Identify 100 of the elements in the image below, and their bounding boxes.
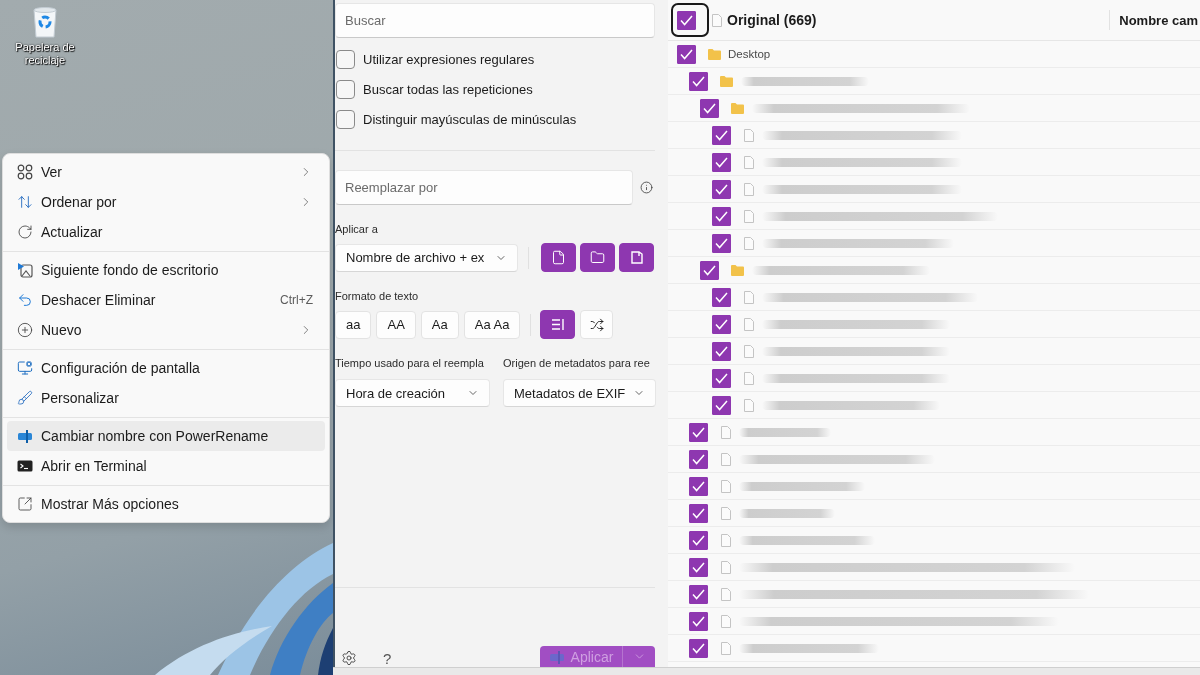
checkbox[interactable] xyxy=(677,10,696,30)
checkbox[interactable] xyxy=(711,152,731,172)
checkbox-label: Utilizar expresiones regulares xyxy=(363,51,535,67)
checkbox[interactable] xyxy=(336,79,355,99)
section-label: Formato de texto xyxy=(335,289,419,303)
checkbox[interactable] xyxy=(711,125,731,145)
expand-icon xyxy=(17,496,33,512)
checkbox[interactable] xyxy=(711,395,731,415)
undo-icon xyxy=(17,292,33,308)
menu-item[interactable]: Configuración de pantalla xyxy=(7,353,325,383)
menu-item[interactable]: Siguiente fondo de escritorio xyxy=(7,255,325,285)
search-field[interactable]: Buscar xyxy=(335,3,655,38)
check-icon xyxy=(714,156,728,168)
checkbox[interactable] xyxy=(688,530,708,550)
toggle-button[interactable] xyxy=(541,243,576,272)
document-icon xyxy=(629,250,644,265)
checkbox-label: Buscar todas las repeticiones xyxy=(363,81,533,97)
checkbox[interactable] xyxy=(700,98,719,118)
check-icon xyxy=(714,345,728,357)
checkbox[interactable] xyxy=(711,341,731,361)
check-icon xyxy=(680,14,693,26)
shortcut-label: Ctrl+Z xyxy=(280,293,313,307)
file-icon xyxy=(720,506,731,520)
file-icon xyxy=(743,317,754,331)
next-picture-icon xyxy=(17,262,33,278)
refresh-icon xyxy=(17,224,33,240)
file-icon xyxy=(720,425,731,439)
checkbox[interactable] xyxy=(688,584,708,604)
toggle-button[interactable] xyxy=(540,310,576,339)
toggle-button[interactable] xyxy=(580,243,615,272)
check-icon xyxy=(691,75,705,87)
case-button[interactable]: Aa xyxy=(420,310,459,339)
checkbox[interactable] xyxy=(688,503,708,523)
grid-icon xyxy=(17,164,33,180)
help-button[interactable]: ? xyxy=(383,649,392,667)
file-icon xyxy=(720,614,731,628)
rename-icon xyxy=(548,648,565,665)
file-icon xyxy=(720,533,731,547)
column-header[interactable]: Original (669) xyxy=(727,12,817,28)
menu-item[interactable]: Ver xyxy=(7,157,325,187)
menu-item[interactable]: Personalizar xyxy=(7,383,325,413)
menu-item[interactable]: Abrir en Terminal xyxy=(7,451,325,481)
check-icon xyxy=(680,48,693,60)
checkbox[interactable] xyxy=(336,109,355,129)
checkbox[interactable] xyxy=(711,206,731,226)
checkbox[interactable] xyxy=(688,638,708,658)
info-icon[interactable] xyxy=(640,181,653,194)
recycle-bin-icon[interactable] xyxy=(32,6,58,38)
menu-item[interactable]: Ordenar por xyxy=(7,187,325,217)
checkbox[interactable] xyxy=(688,449,708,469)
menu-item[interactable]: Cambiar nombre con PowerRename xyxy=(7,421,325,451)
folder-icon xyxy=(719,75,733,87)
menu-item[interactable]: Deshacer Eliminar Ctrl+Z xyxy=(7,285,325,315)
file-icon xyxy=(743,182,754,196)
checkbox[interactable] xyxy=(688,422,708,442)
checkbox[interactable] xyxy=(711,314,731,334)
settings-icon xyxy=(341,650,357,666)
checkbox[interactable] xyxy=(688,71,708,91)
check-icon xyxy=(714,129,728,141)
dropdown[interactable]: Hora de creación xyxy=(335,379,490,407)
file-icon xyxy=(743,209,754,223)
check-icon xyxy=(703,102,716,114)
case-button[interactable]: Aa Aa xyxy=(463,310,521,339)
check-icon xyxy=(714,372,728,384)
checkbox[interactable] xyxy=(711,179,731,199)
checkbox[interactable] xyxy=(711,287,731,307)
check-icon xyxy=(714,399,728,411)
file-icon xyxy=(712,13,722,27)
menu-item[interactable]: Mostrar Más opciones xyxy=(7,489,325,519)
file-icon xyxy=(743,371,754,385)
checkbox[interactable] xyxy=(711,233,731,253)
checkbox[interactable] xyxy=(688,476,708,496)
checkbox[interactable] xyxy=(677,44,696,64)
plus-circle-icon xyxy=(17,322,33,338)
checkbox[interactable] xyxy=(688,611,708,631)
check-icon xyxy=(714,183,728,195)
folder-icon xyxy=(731,102,744,114)
field-label: Origen de metadatos para ree xyxy=(503,356,650,370)
check-icon xyxy=(714,210,728,222)
check-icon xyxy=(691,561,705,573)
settings-button[interactable] xyxy=(341,649,357,667)
checkbox[interactable] xyxy=(688,557,708,577)
replace-field[interactable]: Reemplazar por xyxy=(335,170,633,205)
menu-item[interactable]: Actualizar xyxy=(7,217,325,247)
file-icon xyxy=(743,155,754,169)
section-label: Aplicar a xyxy=(335,222,378,236)
case-button[interactable]: AA xyxy=(376,310,416,339)
file-row[interactable]: Desktop xyxy=(668,41,1200,68)
file-icon xyxy=(551,250,566,265)
dropdown[interactable]: Metadatos de EXIF xyxy=(503,379,656,407)
checkbox[interactable] xyxy=(700,260,719,280)
case-button[interactable]: aa xyxy=(335,310,372,339)
check-icon xyxy=(691,588,705,600)
checkbox[interactable] xyxy=(711,368,731,388)
check-icon xyxy=(714,237,728,249)
column-header[interactable]: Nombre cam xyxy=(1119,12,1198,28)
toggle-button[interactable] xyxy=(619,243,654,272)
dropdown[interactable]: Nombre de archivo + ex xyxy=(335,243,518,272)
checkbox[interactable] xyxy=(336,49,355,69)
menu-item[interactable]: Nuevo xyxy=(7,315,325,345)
